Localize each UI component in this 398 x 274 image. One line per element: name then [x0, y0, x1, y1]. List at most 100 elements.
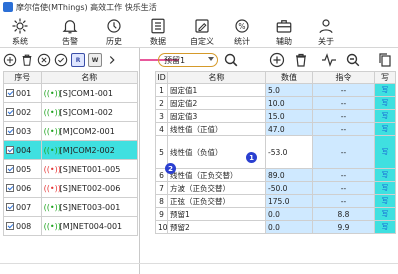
toolbar-assist-button[interactable]: 辅助: [266, 14, 302, 48]
data-row[interactable]: 2 固定值2 10.0 -- 写: [155, 96, 396, 110]
toolbar-statistics-button[interactable]: % 统计: [224, 14, 260, 48]
point-value[interactable]: 0.0: [265, 220, 313, 234]
device-checkbox[interactable]: [6, 108, 14, 116]
write-button[interactable]: 写: [374, 135, 396, 169]
confirm-button[interactable]: [54, 53, 68, 67]
write-button[interactable]: 写: [374, 194, 396, 208]
point-name[interactable]: 正弦（正负交替）: [167, 194, 266, 208]
add-point-button[interactable]: [269, 52, 285, 68]
device-checkbox[interactable]: [6, 203, 14, 211]
point-id[interactable]: 2: [155, 96, 168, 110]
device-row[interactable]: 007 ((•))[S]NET003-001: [3, 197, 139, 217]
delete-point-button[interactable]: [293, 52, 309, 68]
write-button[interactable]: W: [88, 53, 102, 67]
write-button[interactable]: 写: [374, 207, 396, 221]
toolbar-alarm-button[interactable]: 告警: [52, 14, 88, 48]
device-index-cell[interactable]: 001: [3, 83, 42, 103]
data-row[interactable]: 7 方波（正负交替） -50.0 -- 写: [155, 181, 396, 195]
point-command[interactable]: --: [312, 181, 375, 195]
point-name[interactable]: 线性值（正值）: [167, 122, 266, 136]
device-index-cell[interactable]: 003: [3, 121, 42, 141]
device-name-cell[interactable]: ((•))[M]NET004-001: [40, 216, 139, 236]
column-header-name[interactable]: 名称: [40, 71, 139, 84]
point-name[interactable]: 预留1: [167, 207, 266, 221]
device-checkbox[interactable]: [6, 89, 14, 97]
cancel-button[interactable]: [37, 53, 51, 67]
point-value[interactable]: -53.0: [265, 135, 313, 169]
more-button[interactable]: [105, 53, 119, 67]
point-name[interactable]: 方波（正负交替）: [167, 181, 266, 195]
device-name-cell[interactable]: ((•))[S]NET003-001: [40, 197, 139, 217]
device-name-cell[interactable]: ((•))[S]NET001-005: [40, 159, 139, 179]
point-command[interactable]: --: [312, 83, 375, 97]
device-index-cell[interactable]: 004: [3, 140, 42, 160]
write-button[interactable]: 写: [374, 220, 396, 234]
toolbar-data-button[interactable]: 数据: [140, 14, 176, 48]
point-name[interactable]: 线性值（正负交替）: [167, 168, 266, 182]
device-index-cell[interactable]: 007: [3, 197, 42, 217]
device-row[interactable]: 006 ((•))[S]NET002-006: [3, 178, 139, 198]
add-device-button[interactable]: [3, 53, 17, 67]
column-header-command[interactable]: 指令: [312, 71, 375, 84]
zoom-out-button[interactable]: [345, 52, 361, 68]
device-checkbox[interactable]: [6, 222, 14, 230]
device-name-cell[interactable]: ((•))[S]COM1-001: [40, 83, 139, 103]
search-button[interactable]: [223, 52, 239, 68]
delete-device-button[interactable]: [20, 53, 34, 67]
device-name-cell[interactable]: ((•))[M]COM2-002: [40, 140, 139, 160]
point-select-combo[interactable]: 预留1: [158, 53, 218, 67]
point-command[interactable]: --: [312, 109, 375, 123]
point-value[interactable]: 15.0: [265, 109, 313, 123]
point-id[interactable]: 7: [155, 181, 168, 195]
toolbar-system-button[interactable]: 系统: [2, 14, 38, 48]
data-row[interactable]: 3 固定值3 15.0 -- 写: [155, 109, 396, 123]
device-index-cell[interactable]: 008: [3, 216, 42, 236]
device-row[interactable]: 005 ((•))[S]NET001-005: [3, 159, 139, 179]
point-value[interactable]: 10.0: [265, 96, 313, 110]
point-id[interactable]: 8: [155, 194, 168, 208]
point-id[interactable]: 9: [155, 207, 168, 221]
read-button[interactable]: R: [71, 53, 85, 67]
point-id[interactable]: 10: [155, 220, 168, 234]
device-name-cell[interactable]: ((•))[S]COM1-002: [40, 102, 139, 122]
column-header-value[interactable]: 数值: [265, 71, 313, 84]
device-checkbox[interactable]: [6, 127, 14, 135]
point-command[interactable]: 9.9: [312, 220, 375, 234]
data-row[interactable]: 4 线性值（正值） 47.0 -- 写: [155, 122, 396, 136]
point-value[interactable]: -50.0: [265, 181, 313, 195]
point-command[interactable]: --: [312, 122, 375, 136]
device-row[interactable]: 002 ((•))[S]COM1-002: [3, 102, 139, 122]
device-checkbox[interactable]: [6, 165, 14, 173]
point-command[interactable]: --: [312, 168, 375, 182]
toolbar-about-button[interactable]: 关于: [308, 14, 344, 48]
device-name-cell[interactable]: ((•))[M]COM2-001: [40, 121, 139, 141]
copy-button[interactable]: [377, 52, 393, 68]
toolbar-custom-button[interactable]: 自定义: [184, 14, 220, 48]
point-name[interactable]: 固定值2: [167, 96, 266, 110]
write-button[interactable]: 写: [374, 122, 396, 136]
device-row[interactable]: 004 ((•))[M]COM2-002: [3, 140, 139, 160]
device-checkbox[interactable]: [6, 146, 14, 154]
point-value[interactable]: 89.0: [265, 168, 313, 182]
point-command[interactable]: --: [312, 135, 375, 169]
toolbar-history-button[interactable]: 历史: [96, 14, 132, 48]
data-row[interactable]: 6 线性值（正负交替） 89.0 -- 写: [155, 168, 396, 182]
point-value[interactable]: 0.0: [265, 207, 313, 221]
data-row[interactable]: 10 预留2 0.0 9.9 写: [155, 220, 396, 234]
point-value[interactable]: 47.0: [265, 122, 313, 136]
column-header-index[interactable]: 序号: [3, 71, 42, 84]
point-command[interactable]: --: [312, 194, 375, 208]
write-button[interactable]: 写: [374, 96, 396, 110]
write-button[interactable]: 写: [374, 83, 396, 97]
data-row[interactable]: 5 线性值（负值） -53.0 -- 写: [155, 135, 396, 169]
point-value[interactable]: 175.0: [265, 194, 313, 208]
write-button[interactable]: 写: [374, 168, 396, 182]
data-row[interactable]: 8 正弦（正负交替） 175.0 -- 写: [155, 194, 396, 208]
point-value[interactable]: 5.0: [265, 83, 313, 97]
point-command[interactable]: 8.8: [312, 207, 375, 221]
write-button[interactable]: 写: [374, 181, 396, 195]
device-row[interactable]: 001 ((•))[S]COM1-001: [3, 83, 139, 103]
device-checkbox[interactable]: [6, 184, 14, 192]
device-name-cell[interactable]: ((•))[S]NET002-006: [40, 178, 139, 198]
point-name[interactable]: 预留2: [167, 220, 266, 234]
